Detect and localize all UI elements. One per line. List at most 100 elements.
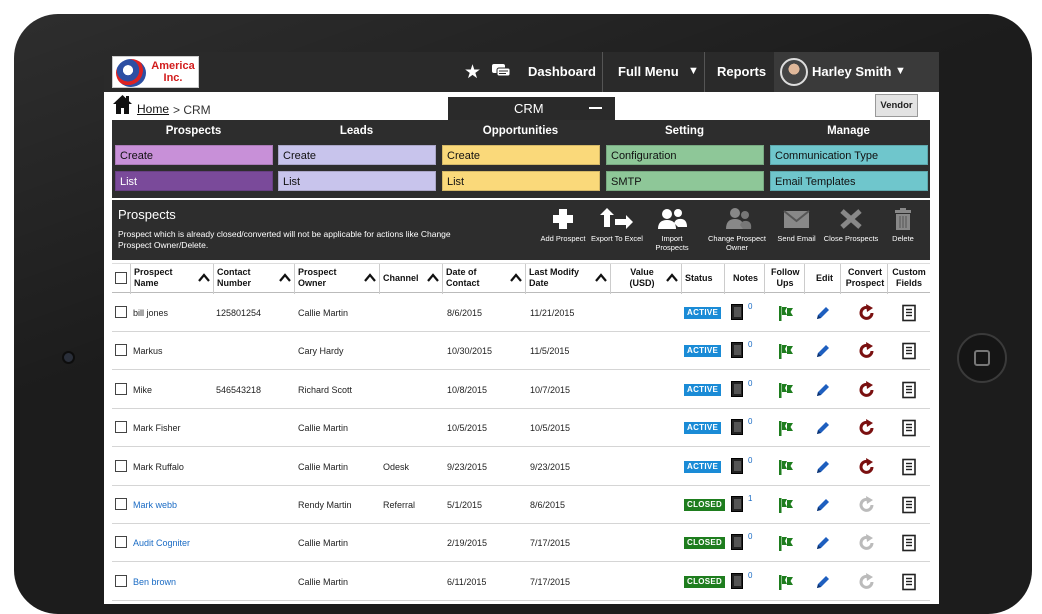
table-row[interactable]: Ben brown Callie Martin 6/11/2015 7/17/2015…	[112, 562, 930, 601]
leads-list-button[interactable]: List	[278, 171, 436, 191]
nav-full-menu[interactable]: Full Menu	[618, 64, 679, 79]
change-owner-button[interactable]: Change Prospect Owner	[702, 200, 772, 260]
sort-up-icon[interactable]	[595, 272, 607, 282]
pencil-edit-icon[interactable]	[814, 573, 832, 591]
flag-icon[interactable]	[777, 458, 795, 476]
row-checkbox[interactable]	[115, 421, 127, 434]
row-checkbox[interactable]	[115, 574, 127, 587]
leads-create-button[interactable]: Create	[278, 145, 436, 165]
th-channel[interactable]: Channel	[380, 264, 443, 294]
import-prospects-button[interactable]: Import Prospects	[647, 200, 697, 260]
table-row[interactable]: bill jones 125801254 Callie Martin 8/6/2015…	[112, 294, 930, 332]
sort-up-icon[interactable]	[666, 272, 678, 282]
chat-icon[interactable]	[492, 64, 510, 78]
th-prospect-name[interactable]: Prospect Name	[131, 264, 214, 294]
convert-arrow-icon[interactable]	[858, 457, 876, 476]
select-all-checkbox[interactable]	[115, 272, 127, 284]
nav-reports[interactable]: Reports	[717, 64, 766, 79]
opportunities-list-button[interactable]: List	[442, 171, 600, 191]
configuration-button[interactable]: Configuration	[606, 145, 764, 165]
sort-up-icon[interactable]	[510, 272, 522, 282]
table-row[interactable]: Audit Cogniter Callie Martin 2/19/2015 7/17…	[112, 524, 930, 563]
th-contact-number[interactable]: Contact Number	[214, 264, 295, 294]
flag-icon[interactable]	[777, 304, 795, 322]
prospect-name[interactable]: Audit Cogniter	[133, 538, 190, 548]
home-icon[interactable]	[112, 94, 133, 115]
add-prospect-button[interactable]: Add Prospect	[538, 200, 588, 260]
custom-fields-icon[interactable]	[900, 458, 918, 476]
convert-arrow-icon[interactable]	[858, 380, 876, 399]
th-prospect-owner[interactable]: Prospect Owner	[295, 264, 380, 294]
flag-icon[interactable]	[777, 534, 795, 552]
custom-fields-icon[interactable]	[900, 496, 918, 514]
tablet-home-button[interactable]	[957, 333, 1007, 383]
th-value-usd[interactable]: Value (USD)	[611, 264, 682, 294]
notes-icon[interactable]	[731, 572, 743, 589]
table-row[interactable]: Mark Fisher Callie Martin 10/5/2015 10/5/20…	[112, 409, 930, 448]
nav-dashboard[interactable]: Dashboard	[528, 64, 596, 79]
export-excel-button[interactable]: Export To Excel	[590, 200, 644, 260]
convert-arrow-icon[interactable]	[858, 342, 876, 360]
notes-icon[interactable]	[731, 380, 743, 397]
user-name[interactable]: Harley Smith	[812, 64, 891, 79]
company-logo[interactable]: America Inc.	[112, 56, 199, 88]
prospect-name[interactable]: Mark webb	[133, 500, 177, 510]
row-checkbox[interactable]	[115, 536, 127, 549]
pencil-edit-icon[interactable]	[814, 496, 832, 514]
flag-icon[interactable]	[777, 573, 795, 591]
table-row[interactable]: Mike 546543218 Richard Scott 10/8/2015 10/7/…	[112, 370, 930, 409]
notes-icon[interactable]	[731, 304, 743, 320]
send-email-button[interactable]: Send Email	[774, 200, 819, 260]
sort-up-icon[interactable]	[427, 272, 439, 282]
th-date-of-contact[interactable]: Date of Contact	[443, 264, 526, 294]
table-row[interactable]: Mark Ruffalo Callie Martin Odesk 9/23/2015 9…	[112, 447, 930, 486]
communication-type-button[interactable]: Communication Type	[770, 145, 928, 165]
row-checkbox[interactable]	[115, 382, 127, 395]
user-menu[interactable]: Harley Smith ▼	[774, 52, 939, 92]
prospects-create-button[interactable]: Create	[115, 145, 273, 165]
pencil-edit-icon[interactable]	[814, 304, 832, 322]
pencil-edit-icon[interactable]	[814, 381, 832, 399]
prospect-name[interactable]: Ben brown	[133, 577, 176, 587]
close-prospects-button[interactable]: Close Prospects	[822, 200, 880, 260]
custom-fields-icon[interactable]	[900, 534, 918, 552]
notes-icon[interactable]	[731, 457, 743, 474]
star-icon[interactable]: ★	[464, 61, 481, 84]
pencil-edit-icon[interactable]	[814, 534, 832, 552]
prospects-list-button[interactable]: List	[115, 171, 273, 191]
notes-icon[interactable]	[731, 534, 743, 551]
notes-icon[interactable]	[731, 419, 743, 436]
notes-icon[interactable]	[731, 342, 743, 359]
row-checkbox[interactable]	[115, 306, 127, 318]
breadcrumb-home-link[interactable]: Home	[137, 102, 169, 116]
sort-up-icon[interactable]	[279, 272, 291, 282]
pencil-edit-icon[interactable]	[814, 419, 832, 437]
row-checkbox[interactable]	[115, 344, 127, 357]
avatar[interactable]	[780, 58, 808, 86]
chevron-down-icon[interactable]: ▼	[895, 65, 906, 77]
convert-arrow-icon[interactable]	[858, 304, 876, 322]
crm-module-tab[interactable]: CRM	[448, 97, 615, 120]
flag-icon[interactable]	[777, 496, 795, 514]
chevron-down-icon[interactable]: ▼	[688, 65, 699, 77]
custom-fields-icon[interactable]	[900, 304, 918, 322]
email-templates-button[interactable]: Email Templates	[770, 171, 928, 191]
row-checkbox[interactable]	[115, 498, 127, 510]
flag-icon[interactable]	[777, 342, 795, 360]
sort-up-icon[interactable]	[364, 272, 376, 282]
delete-button[interactable]: Delete	[883, 200, 923, 260]
row-checkbox[interactable]	[115, 459, 127, 472]
custom-fields-icon[interactable]	[900, 419, 918, 437]
custom-fields-icon[interactable]	[900, 342, 918, 360]
custom-fields-icon[interactable]	[900, 573, 918, 591]
smtp-button[interactable]: SMTP	[606, 171, 764, 191]
sort-up-icon[interactable]	[198, 272, 210, 282]
minus-icon[interactable]	[589, 107, 602, 109]
notes-icon[interactable]	[731, 496, 743, 512]
th-last-modify-date[interactable]: Last Modify Date	[526, 264, 611, 294]
convert-arrow-icon[interactable]	[858, 419, 876, 437]
flag-icon[interactable]	[777, 381, 795, 399]
flag-icon[interactable]	[777, 419, 795, 437]
vendor-button[interactable]: Vendor	[875, 94, 918, 117]
custom-fields-icon[interactable]	[900, 381, 918, 399]
